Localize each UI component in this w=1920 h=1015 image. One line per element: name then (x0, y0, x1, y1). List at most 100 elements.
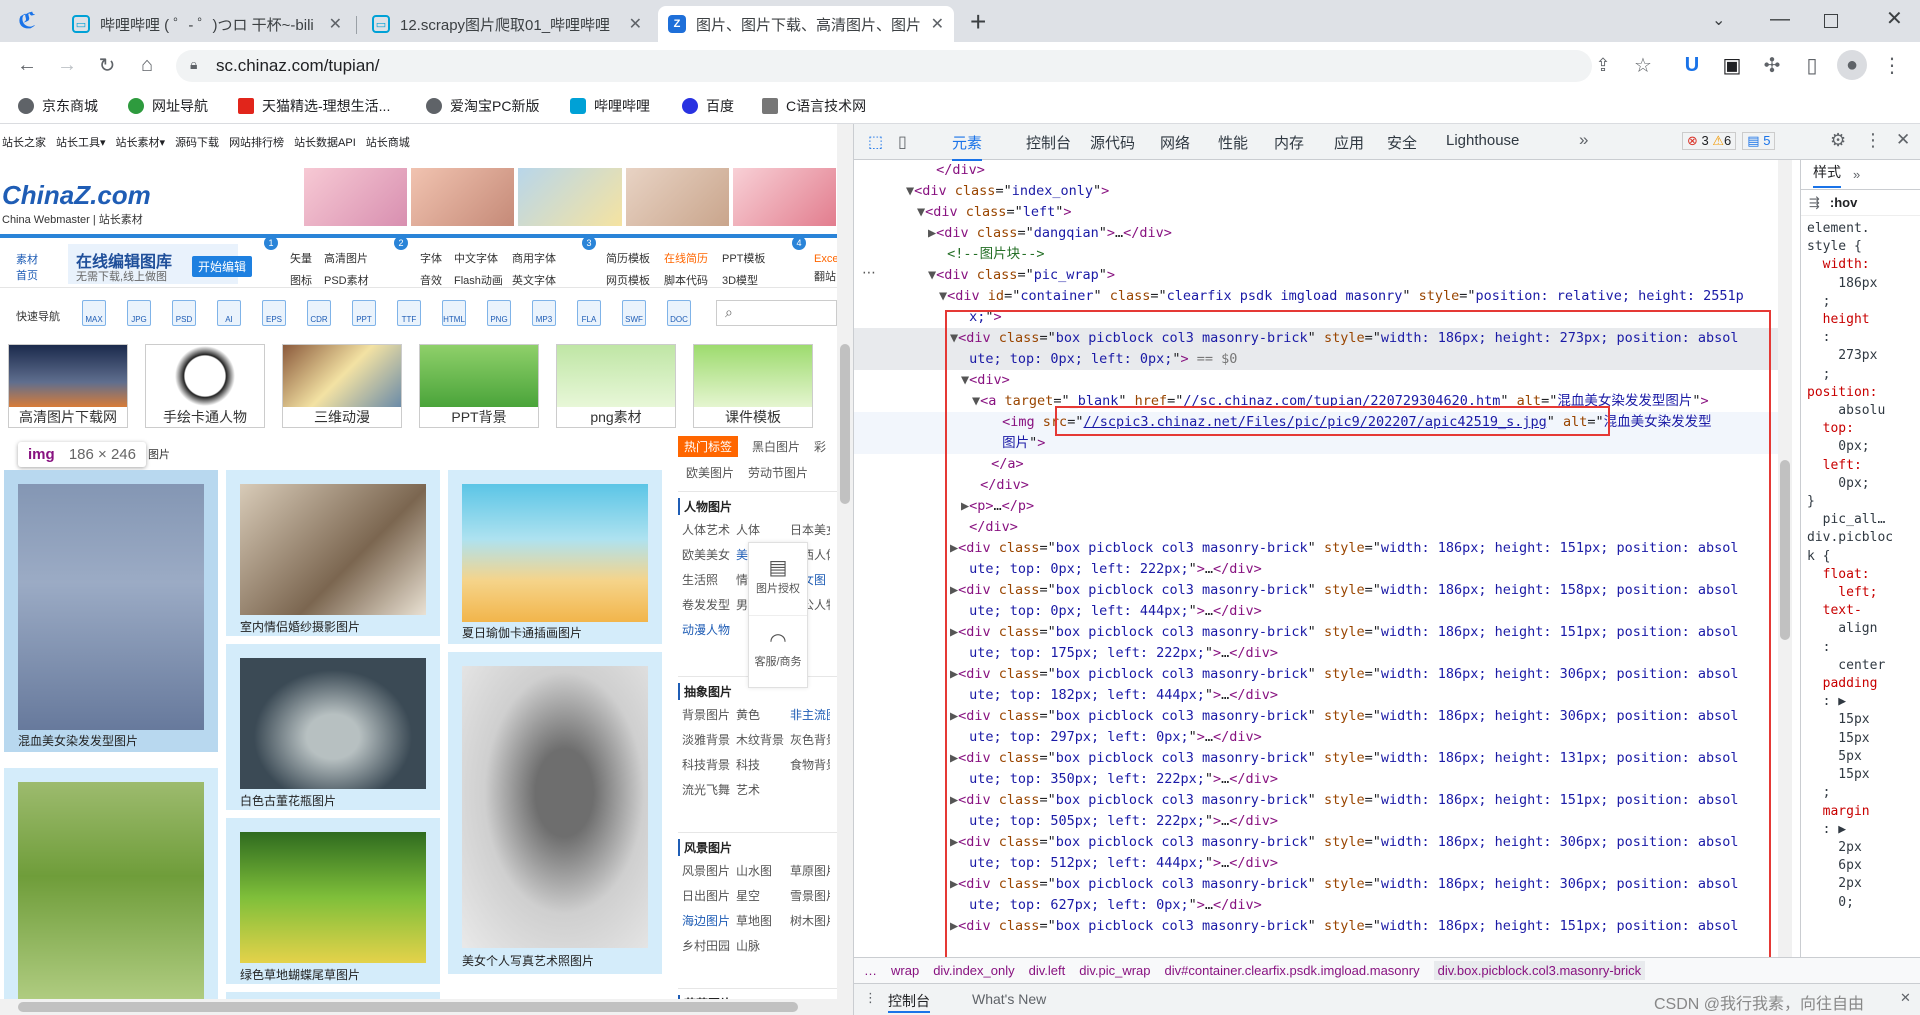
style-line[interactable]: text- (1807, 602, 1915, 620)
breadcrumb-item[interactable]: div.left (1029, 963, 1066, 978)
card-image[interactable] (462, 484, 648, 622)
topnav-item[interactable]: 站长素材▾ (116, 134, 166, 150)
side-tag[interactable]: 卷发发型 (682, 596, 736, 613)
forward-button[interactable]: → (52, 50, 82, 80)
devtools-tab-7[interactable]: 安全 (1387, 132, 1417, 153)
breadcrumb-item[interactable]: div.index_only (933, 963, 1014, 978)
side-tag[interactable]: 木纹背景 (736, 731, 790, 748)
side-tag[interactable]: 科技 (736, 756, 790, 773)
side-tag[interactable]: 草地图 (736, 912, 790, 929)
bookmark-bilibili[interactable]: 哔哩哔哩 (570, 96, 650, 116)
side-tag[interactable]: 日本美女 (790, 521, 830, 538)
styles-more-tab[interactable]: » (1853, 167, 1860, 182)
banner-thumb[interactable] (518, 168, 622, 226)
more-tabs-icon[interactable]: » (1579, 130, 1588, 150)
side-panel-icon[interactable]: ▯ (1797, 50, 1827, 80)
breadcrumb-item[interactable]: wrap (891, 963, 919, 978)
quick-nav-ai-icon[interactable]: AI (217, 300, 241, 326)
expand-triangle-icon[interactable]: ▼ (917, 204, 925, 220)
quick-nav-jpg-icon[interactable]: JPG (127, 300, 151, 326)
issue-counters[interactable]: ⊗ 3 ⚠6 ▤ 5 (1682, 132, 1776, 150)
side-tag[interactable]: 海边图片 (682, 912, 736, 929)
category-tile[interactable]: 课件模板 (693, 344, 813, 428)
restore-button[interactable] (1824, 14, 1838, 28)
side-tag[interactable]: 草原图片 (790, 862, 830, 879)
style-line[interactable]: left: (1807, 457, 1915, 475)
devtools-tab-8[interactable]: Lighthouse (1446, 132, 1519, 149)
style-line[interactable]: 5px (1807, 748, 1915, 766)
quick-nav-fla-icon[interactable]: FLA (577, 300, 601, 326)
style-line[interactable]: 0; (1807, 894, 1915, 912)
expand-triangle-icon[interactable]: ▼ (939, 288, 947, 304)
url-text[interactable]: sc.chinaz.com/tupian/ (216, 56, 379, 76)
breadcrumb-item[interactable]: div.box.picblock.col3.masonry-brick (1433, 961, 1646, 980)
profile-avatar[interactable]: ● (1837, 50, 1867, 80)
bookmark-tmall[interactable]: 天猫精选-理想生活... (238, 96, 390, 116)
side-tag[interactable]: 食物背景 (790, 756, 830, 773)
bookmark-baidu[interactable]: 百度 (682, 96, 734, 116)
style-line[interactable]: margin (1807, 803, 1915, 821)
page-horizontal-scrollbar[interactable] (0, 999, 837, 1015)
quick-nav-swf-icon[interactable]: SWF (622, 300, 646, 326)
dom-node-line[interactable]: ▼<div class="left"> (854, 202, 1778, 223)
settings-gear-icon[interactable]: ⚙ (1830, 130, 1846, 151)
card-image[interactable] (18, 484, 204, 730)
card-image[interactable] (240, 484, 426, 615)
card-image[interactable] (462, 666, 648, 948)
filter-icon[interactable]: ⇶ (1809, 195, 1820, 211)
bookmark-star-icon[interactable]: ☆ (1628, 50, 1658, 80)
style-line[interactable]: element. (1807, 220, 1915, 238)
side-group-head[interactable]: 风景图片 (678, 839, 732, 856)
picture-card[interactable]: 绿色草地蝴蝶尾草图片 (226, 818, 440, 984)
share-icon[interactable]: ⇪ (1588, 50, 1618, 80)
style-line[interactable]: height (1807, 311, 1915, 329)
new-tab-button[interactable]: + (970, 6, 986, 38)
dom-node-line[interactable]: </div> (854, 160, 1778, 181)
picture-card-highlighted[interactable]: 混血美女染发发型图片 (4, 470, 218, 752)
quick-nav-psd-icon[interactable]: PSD (172, 300, 196, 326)
banner-thumb[interactable] (304, 168, 408, 226)
side-tag[interactable]: 山水图 (736, 862, 790, 879)
nav-home[interactable]: 素材 首页 (16, 252, 38, 284)
drawer-whatsnew-tab[interactable]: What's New (972, 991, 1046, 1007)
devtools-tab-0[interactable]: 元素 (952, 132, 983, 161)
style-line[interactable]: ; (1807, 366, 1915, 384)
style-line[interactable]: ; (1807, 784, 1915, 802)
topnav-item[interactable]: 站长商城 (366, 134, 410, 150)
quick-nav-mp3-icon[interactable]: MP3 (532, 300, 556, 326)
license-button[interactable]: ▤ 图片授权 (749, 543, 807, 616)
browser-menu-icon[interactable]: ⋮ (1877, 50, 1907, 80)
extension-u-icon[interactable]: U (1677, 50, 1707, 80)
devtools-tab-6[interactable]: 应用 (1334, 132, 1364, 153)
breadcrumb-item[interactable]: div#container.clearfix.psdk.imgload.maso… (1165, 963, 1420, 978)
side-tag[interactable]: 科技背景 (682, 756, 736, 773)
topnav-item[interactable]: 站长之家 (2, 134, 46, 150)
side-tag[interactable]: 乡村田园 (682, 937, 736, 954)
bookmark-jd[interactable]: 京东商城 (18, 96, 98, 116)
style-line[interactable]: pic_all… (1807, 511, 1915, 529)
error-badge[interactable]: ⊗ 3 ⚠6 (1682, 132, 1737, 150)
devtools-close-icon[interactable]: ✕ (1896, 130, 1910, 150)
side-tag[interactable]: 非主流图 (790, 706, 830, 723)
bookmark-clang[interactable]: C语言技术网 (762, 96, 866, 116)
side-tag[interactable]: 人体 (736, 521, 790, 538)
devtools-tab-2[interactable]: 源代码 (1090, 132, 1135, 153)
category-tile[interactable]: PPT背景 (419, 344, 539, 428)
card-image[interactable] (240, 658, 426, 789)
close-icon[interactable]: ✕ (931, 14, 944, 34)
dom-node-line[interactable]: <!--图片块--> (854, 244, 1778, 265)
devtools-tab-3[interactable]: 网络 (1160, 132, 1190, 153)
side-tag[interactable]: 动漫人物 (682, 621, 736, 638)
style-line[interactable]: 0px; (1807, 438, 1915, 456)
picture-card[interactable]: 美女个人写真艺术照图片 (448, 652, 662, 974)
tab-list-chevron-icon[interactable]: ⌄ (1712, 10, 1725, 30)
device-toolbar-icon[interactable]: ▯ (898, 132, 907, 152)
expand-triangle-icon[interactable]: ▼ (928, 267, 936, 283)
style-line[interactable]: top: (1807, 420, 1915, 438)
quick-nav-ttf-icon[interactable]: TTF (397, 300, 421, 326)
style-line[interactable]: float: (1807, 566, 1915, 584)
style-line[interactable]: align (1807, 620, 1915, 638)
site-logo[interactable]: ChinaZ.com China Webmaster | 站长素材 (2, 180, 151, 227)
bookmark-taobao[interactable]: 爱淘宝PC新版 (426, 96, 539, 116)
devtools-tab-5[interactable]: 内存 (1274, 132, 1304, 153)
